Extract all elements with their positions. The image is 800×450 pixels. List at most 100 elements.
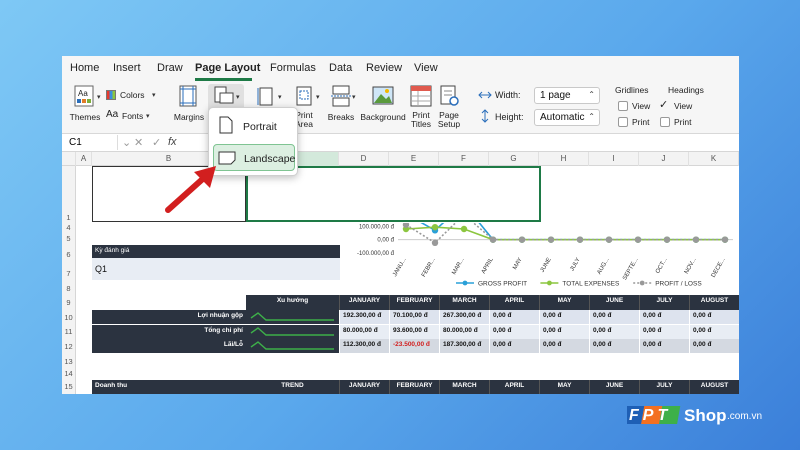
table-cell[interactable]: 93.600,00 đ: [389, 325, 439, 339]
tab-data[interactable]: Data: [329, 62, 352, 74]
table-cell[interactable]: 0,00 đ: [489, 339, 539, 353]
tab-draw[interactable]: Draw: [157, 62, 183, 74]
row-5[interactable]: 5: [62, 234, 76, 246]
colors-button[interactable]: Colors ▾: [106, 89, 158, 103]
table-cell[interactable]: 70.100,00 đ: [389, 310, 439, 324]
svg-text:Aa: Aa: [78, 89, 88, 98]
select-all-corner[interactable]: [62, 152, 76, 166]
cancel-icon[interactable]: ✕: [134, 136, 143, 149]
table-cell[interactable]: 187.300,00 đ: [439, 339, 489, 353]
column-i[interactable]: I: [589, 152, 639, 166]
table-cell[interactable]: 112.300,00 đ: [339, 339, 389, 353]
gridlines-print-checkbox[interactable]: [618, 117, 628, 127]
row-9[interactable]: 9: [62, 295, 76, 310]
page-setup-button[interactable]: Page Setup: [434, 85, 464, 131]
tab-page-layout[interactable]: Page Layout: [195, 62, 260, 74]
row-6[interactable]: 6: [62, 246, 76, 263]
row-4[interactable]: 4: [62, 223, 76, 234]
row-13[interactable]: 13: [62, 354, 76, 369]
column-d[interactable]: D: [339, 152, 389, 166]
tab-view[interactable]: View: [414, 62, 438, 74]
width-select[interactable]: 1 page ⌃: [534, 87, 600, 104]
portrait-option[interactable]: Portrait: [213, 113, 295, 140]
landscape-label: Landscape: [244, 153, 296, 165]
month-header: JANUARY: [339, 295, 389, 310]
month-header: FEBRUARY: [389, 380, 439, 394]
month-header: FEBRUARY: [389, 295, 439, 310]
table-cell[interactable]: 0,00 đ: [539, 339, 589, 353]
table-cell[interactable]: 0,00 đ: [589, 339, 639, 353]
table-cell[interactable]: 0,00 đ: [689, 325, 739, 339]
x-tick-label: OCT...: [655, 257, 669, 275]
month-header: JUNE: [589, 295, 639, 310]
table-cell[interactable]: 0,00 đ: [539, 310, 589, 324]
series-line: [420, 223, 725, 241]
column-e[interactable]: E: [389, 152, 439, 166]
row-1[interactable]: 1: [62, 166, 76, 223]
tab-formulas[interactable]: Formulas: [270, 62, 316, 74]
background-button[interactable]: Background: [360, 85, 406, 129]
height-select[interactable]: Automatic ⌃: [534, 109, 600, 126]
table-cell[interactable]: 192.300,00 đ: [339, 310, 389, 324]
column-a[interactable]: A: [76, 152, 92, 166]
row-8[interactable]: 8: [62, 284, 76, 295]
data-point: [431, 223, 439, 231]
table-cell[interactable]: 80.000,00 đ: [439, 325, 489, 339]
print-titles-button[interactable]: Print Titles: [408, 85, 434, 131]
domain-text: .com.vn: [727, 411, 763, 422]
excel-window: Home Insert Draw Page Layout Formulas Da…: [62, 56, 739, 394]
row-11[interactable]: 11: [62, 325, 76, 339]
profit-line-chart[interactable]: 100.000,00 đ 0,00 đ -100.000,00 đJANU... FE…: [346, 223, 739, 287]
gridlines-view-label: View: [632, 101, 651, 111]
themes-button[interactable]: Aa ▾ Themes: [68, 85, 104, 129]
column-k[interactable]: K: [689, 152, 739, 166]
row-15[interactable]: 15: [62, 380, 76, 394]
confirm-icon[interactable]: ✓: [152, 136, 161, 149]
headings-view-checkbox[interactable]: ✓: [659, 98, 668, 111]
themes-label: Themes: [69, 112, 101, 122]
column-j[interactable]: J: [639, 152, 689, 166]
landscape-option[interactable]: Landscape: [213, 144, 295, 171]
table-cell[interactable]: 0,00 đ: [689, 339, 739, 353]
table-cell[interactable]: 0,00 đ: [489, 325, 539, 339]
breaks-button[interactable]: ▾ Breaks: [324, 85, 358, 129]
tab-home[interactable]: Home: [70, 62, 99, 74]
row-12[interactable]: 12: [62, 339, 76, 354]
tab-insert[interactable]: Insert: [113, 62, 141, 74]
table-cell[interactable]: 0,00 đ: [589, 325, 639, 339]
table-cell[interactable]: 267.300,00 đ: [439, 310, 489, 324]
table-cell[interactable]: 0,00 đ: [639, 339, 689, 353]
month-header: JULY: [639, 380, 689, 394]
margins-button[interactable]: Margins: [172, 85, 206, 129]
table-cell[interactable]: 0,00 đ: [639, 310, 689, 324]
name-box-chevron-icon[interactable]: ⌄: [122, 136, 131, 149]
fonts-label: Fonts: [122, 111, 144, 121]
row-14[interactable]: 14: [62, 369, 76, 380]
table-cell[interactable]: 0,00 đ: [589, 310, 639, 324]
month-header: JANUARY: [339, 380, 389, 394]
row-10[interactable]: 10: [62, 310, 76, 325]
tab-review[interactable]: Review: [366, 62, 402, 74]
rating-period-label: Kỳ đánh giá: [92, 245, 340, 258]
table-cell[interactable]: 0,00 đ: [489, 310, 539, 324]
gridlines-view-checkbox[interactable]: [618, 101, 628, 111]
column-g[interactable]: G: [489, 152, 539, 166]
sparkline: [246, 339, 339, 353]
column-f[interactable]: F: [439, 152, 489, 166]
table-cell[interactable]: -23.500,00 đ: [389, 339, 439, 353]
table-cell[interactable]: 0,00 đ: [539, 325, 589, 339]
table-cell[interactable]: 0,00 đ: [639, 325, 689, 339]
formula-bar: C1 ⌄ ✕ ✓ fx: [62, 134, 739, 152]
fx-label[interactable]: fx: [168, 136, 177, 148]
shop-text: Shop: [684, 406, 727, 425]
table-cell[interactable]: 80.000,00 đ: [339, 325, 389, 339]
table-cell[interactable]: 0,00 đ: [689, 310, 739, 324]
fonts-button[interactable]: Aa Fonts ▾: [106, 110, 158, 124]
rating-period-value[interactable]: Q1: [92, 258, 340, 280]
row-7[interactable]: 7: [62, 263, 76, 284]
headings-print-checkbox[interactable]: [660, 117, 670, 127]
print-titles-label: Print Titles: [411, 110, 431, 129]
name-box[interactable]: C1: [64, 135, 118, 150]
themes-icon: Aa: [74, 85, 94, 107]
column-h[interactable]: H: [539, 152, 589, 166]
